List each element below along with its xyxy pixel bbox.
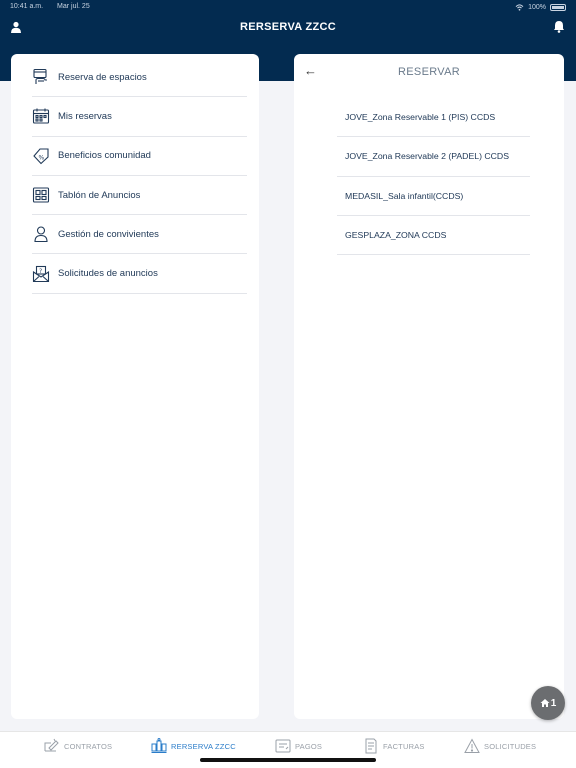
svg-text:%: % [39, 154, 45, 161]
tab-label: RERSERVA ZZCC [171, 741, 236, 751]
tab-label: PAGOS [295, 741, 323, 751]
warning-icon [464, 738, 480, 753]
menu-item-label: Mis reservas [58, 110, 112, 122]
payment-icon [275, 739, 291, 753]
menu-item-reserva-espacios[interactable]: Reserva de espacios [32, 58, 247, 98]
contract-sign-icon [44, 738, 59, 752]
menu-panel: Reserva de espacios Mis reservas % Benef… [11, 54, 259, 719]
reservable-item[interactable]: JOVE_Zona Reservable 2 (PADEL) CCDS [337, 137, 530, 177]
home-indicator[interactable] [200, 758, 376, 762]
tab-label: SOLICITUDES [484, 741, 537, 751]
menu-item-label: Gestión de convivientes [58, 228, 159, 240]
calendar-grid-icon [32, 108, 50, 124]
menu-item-mis-reservas[interactable]: Mis reservas [32, 97, 247, 137]
invoice-icon [365, 738, 377, 754]
bottom-tab-bar: CONTRATOS RERSERVA ZZCC PAGOS FACTURAS S… [0, 731, 576, 768]
community-icon [151, 738, 167, 753]
menu-item-label: Reserva de espacios [58, 71, 147, 83]
reservable-item[interactable]: GESPLAZA_ZONA CCDS [337, 216, 530, 256]
reservar-title: RESERVAR [398, 66, 460, 78]
menu-item-convivientes[interactable]: Gestión de convivientes [32, 215, 247, 255]
reservable-item[interactable]: MEDASIL_Sala infantil(CCDS) [337, 177, 530, 216]
menu-item-beneficios[interactable]: % Beneficios comunidad [32, 137, 247, 176]
menu-item-label: Beneficios comunidad [58, 150, 151, 162]
bell-icon[interactable] [553, 20, 565, 33]
menu-item-tablon-anuncios[interactable]: Tablón de Anuncios [32, 176, 247, 216]
reservable-item[interactable]: JOVE_Zona Reservable 1 (PIS) CCDS [337, 98, 530, 138]
reservable-list: JOVE_Zona Reservable 1 (PIS) CCDS JOVE_Z… [337, 98, 530, 256]
tab-facturas[interactable]: FACTURAS [363, 738, 425, 754]
tab-label: FACTURAS [383, 741, 425, 751]
wifi-icon [515, 3, 524, 11]
calendar-hand-icon [33, 69, 47, 85]
tab-reserva-zzcc[interactable]: RERSERVA ZZCC [151, 738, 236, 754]
page-title: RERSERVA ZZCC [240, 21, 336, 33]
mail-question-icon: ? [32, 265, 50, 282]
tab-label: CONTRATOS [64, 741, 113, 751]
battery-icon [550, 3, 566, 11]
discount-tag-icon: % [33, 148, 49, 165]
menu-item-label: Tablón de Anuncios [58, 189, 141, 201]
menu-item-label: Solicitudes de anuncios [58, 268, 158, 280]
home-count-button[interactable]: 1 [531, 686, 565, 720]
person-icon [34, 226, 48, 243]
status-bar: 10:41 a.m. Mar jul. 25 100% [0, 0, 576, 14]
svg-text:?: ? [39, 267, 42, 274]
battery-percent: 100% [528, 3, 546, 11]
menu-list: Reserva de espacios Mis reservas % Benef… [11, 54, 259, 294]
reservar-panel: ← RESERVAR JOVE_Zona Reservable 1 (PIS) … [294, 54, 564, 719]
status-time: 10:41 a.m. [10, 3, 44, 10]
status-date: Mar jul. 25 [57, 3, 90, 10]
home-icon [540, 699, 550, 707]
home-count: 1 [550, 697, 557, 709]
board-icon [32, 187, 50, 203]
tab-pagos[interactable]: PAGOS [275, 738, 322, 754]
tab-contratos[interactable]: CONTRATOS [44, 738, 112, 754]
tab-solicitudes[interactable]: SOLICITUDES [464, 738, 536, 754]
menu-item-solicitudes-anuncios[interactable]: ? Solicitudes de anuncios [32, 254, 247, 294]
